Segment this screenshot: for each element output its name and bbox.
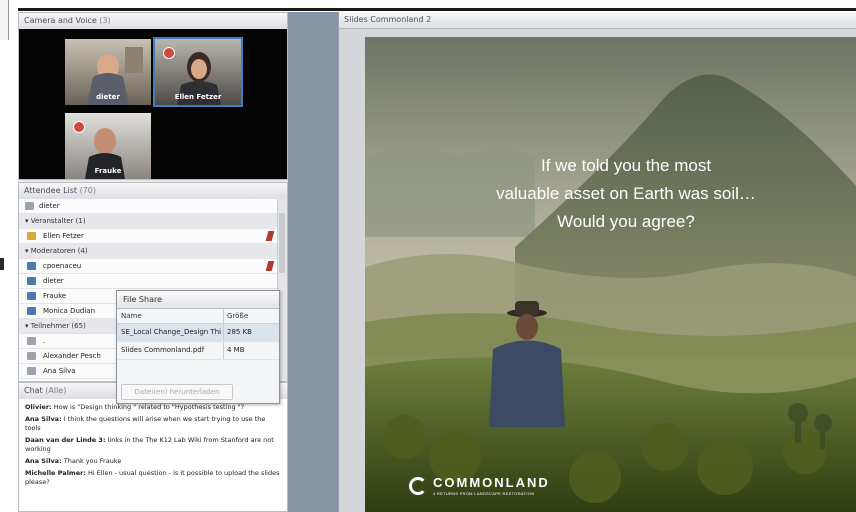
- name-column-header[interactable]: Name: [121, 309, 221, 323]
- current-user-row[interactable]: dieter: [19, 199, 287, 214]
- recording-indicator-icon: [163, 47, 175, 59]
- commonland-logo-icon: [409, 477, 427, 495]
- participant-name: dieter: [96, 93, 120, 101]
- chat-message: Olivier: How is "Design thinking " relat…: [25, 403, 245, 411]
- camera-stage: dieter Ellen Fetzer Frauke: [19, 29, 287, 179]
- file-share-header: Name Größe: [117, 309, 279, 324]
- top-border: [18, 0, 856, 12]
- presenter-icon: [27, 292, 36, 300]
- chat-message: Ana Silva: I think the questions will ar…: [25, 415, 266, 432]
- chat-message: Michelle Palmer: Hi Ellen - usual questi…: [25, 469, 280, 486]
- file-share-title[interactable]: File Share: [117, 291, 279, 309]
- landscape-photo: [365, 37, 856, 512]
- left-column: Camera and Voice (3) dieter Ellen Fetzer…: [18, 12, 288, 512]
- size-column-header[interactable]: Größe: [227, 309, 248, 323]
- quote-line: If we told you the most: [540, 156, 712, 175]
- participant-icon: [27, 337, 36, 345]
- attendee-row[interactable]: dieter: [19, 274, 287, 289]
- chat-messages[interactable]: Olivier: How is "Design thinking " relat…: [19, 399, 287, 511]
- attendee-row[interactable]: Ellen Fetzer: [19, 229, 287, 244]
- chat-message: Daan van der Linde 3: links in the The K…: [25, 436, 274, 453]
- stage-background: [288, 12, 338, 512]
- group-header-hosts[interactable]: ▾ Veranstalter (1): [19, 214, 287, 229]
- brand-tagline: 4 RETURNS FROM LANDSCAPE RESTORATION: [433, 491, 535, 496]
- chat-message: Ana Silva: Thank you Frauke: [25, 457, 122, 465]
- participant-name: Ellen Fetzer: [174, 93, 222, 101]
- participant-icon: [27, 352, 36, 360]
- brand-wordmark: COMMONLAND: [433, 475, 550, 490]
- edit-pencil-icon: [265, 261, 275, 271]
- video-tile-ellen[interactable]: Ellen Fetzer: [153, 37, 243, 107]
- attendee-row[interactable]: cpoenaceu: [19, 259, 287, 274]
- download-files-button[interactable]: Datei(en) herunterladen: [121, 384, 233, 400]
- scroll-thumb[interactable]: [279, 213, 285, 273]
- host-icon: [27, 232, 36, 240]
- participant-name: Frauke: [94, 167, 122, 175]
- left-window-edge: [0, 0, 18, 512]
- presenter-icon: [27, 307, 36, 315]
- attendee-pod-title[interactable]: Attendee List (70): [19, 183, 287, 200]
- presenter-icon: [27, 277, 36, 285]
- participant-icon: [27, 367, 36, 375]
- video-tile-frauke[interactable]: Frauke: [65, 113, 151, 179]
- quote-line: valuable asset on Earth was soil…: [496, 184, 756, 203]
- camera-voice-pod: Camera and Voice (3) dieter Ellen Fetzer…: [18, 12, 288, 180]
- file-share-dialog: File Share Name Größe SE_Local Change_De…: [116, 290, 280, 404]
- file-row[interactable]: SE_Local Change_Design Thi 285 KB: [117, 324, 279, 342]
- video-tile-dieter[interactable]: dieter: [65, 39, 151, 105]
- slides-pod: Slides Commonland 2 If we told you the m…: [338, 12, 856, 512]
- window-notch: [0, 0, 9, 40]
- group-header-presenters[interactable]: ▾ Moderatoren (4): [19, 244, 287, 259]
- presentation-slide[interactable]: If we told you the most valuable asset o…: [365, 37, 856, 512]
- presenter-icon: [27, 262, 36, 270]
- slide-quote: If we told you the most valuable asset o…: [365, 152, 856, 236]
- user-status-icon: [25, 202, 34, 210]
- edge-marker: [0, 258, 4, 270]
- quote-line: Would you agree?: [557, 212, 695, 231]
- recording-indicator-icon: [73, 121, 85, 133]
- file-row[interactable]: Slides Commonland.pdf 4 MB: [117, 342, 279, 360]
- camera-pod-title[interactable]: Camera and Voice (3): [19, 13, 287, 30]
- edit-pencil-icon: [265, 231, 275, 241]
- slides-pod-title[interactable]: Slides Commonland 2: [339, 12, 856, 29]
